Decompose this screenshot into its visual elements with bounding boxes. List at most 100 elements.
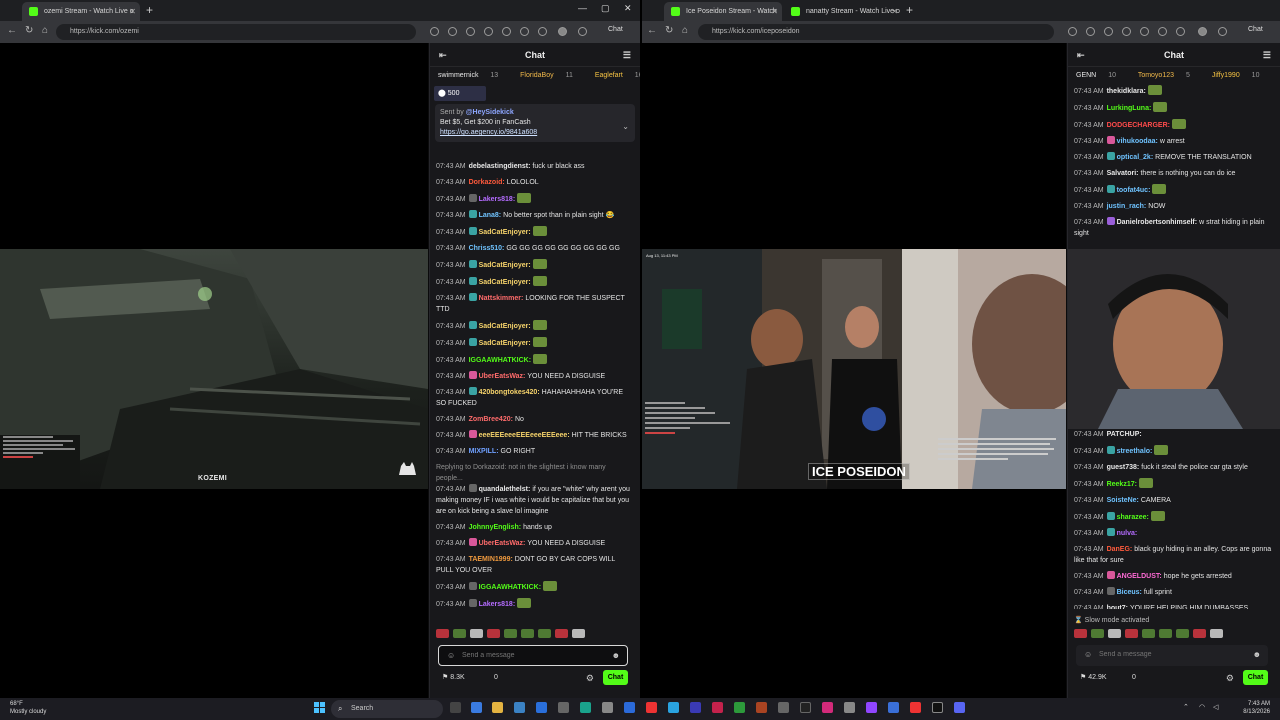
extension-icon[interactable]: [1122, 27, 1131, 36]
emoji-icon[interactable]: ☻: [612, 646, 620, 665]
chat-username[interactable]: 420bongtokes420:: [479, 389, 540, 396]
chat-message[interactable]: 07:43 AM Lakers818:: [436, 598, 634, 610]
xbox-icon[interactable]: [734, 702, 745, 713]
app-icon[interactable]: [844, 702, 855, 713]
extension-icon[interactable]: [484, 27, 493, 36]
close-window-icon[interactable]: ✕: [624, 3, 632, 14]
pinned-link[interactable]: https://go.aegency.io/9841a608: [440, 128, 630, 138]
app-icon[interactable]: [756, 702, 767, 713]
wifi-icon[interactable]: ◠: [1199, 703, 1205, 711]
chat-username[interactable]: SoisteNe:: [1107, 497, 1139, 504]
chat-message[interactable]: 07:43 AM Biceus: full sprint: [1074, 587, 1274, 598]
chat-username[interactable]: ANGELDUST:: [1117, 573, 1162, 580]
chat-message[interactable]: 07:43 AM SadCatEnjoyer:: [436, 226, 634, 238]
chat-username[interactable]: SadCatEnjoyer:: [479, 262, 531, 269]
gifter-item[interactable]: Eaglefart 16: [595, 72, 640, 79]
app-icon[interactable]: [910, 702, 921, 713]
chat-username[interactable]: Nattskimmer:: [479, 295, 524, 302]
back-icon[interactable]: ←: [7, 25, 17, 36]
chat-message[interactable]: 07:43 AM ZomBree420: No: [436, 414, 634, 425]
chat-username[interactable]: toofat4uc:: [1117, 187, 1151, 194]
home-icon[interactable]: ⌂: [42, 25, 48, 36]
refresh-icon[interactable]: ↻: [25, 25, 33, 36]
chat-username[interactable]: SadCatEnjoyer:: [479, 340, 531, 347]
url-field[interactable]: https://kick.com/ozemi: [56, 24, 416, 40]
extension-icon[interactable]: [1086, 27, 1095, 36]
extension-icon[interactable]: [430, 27, 439, 36]
gifter-item[interactable]: FloridaBoy 11: [520, 72, 583, 79]
gifter-item[interactable]: GENN 10: [1076, 72, 1126, 79]
chat-message[interactable]: 07:43 AM LurkingLuna:: [1074, 102, 1274, 114]
kicks-badge[interactable]: ⬤ 500: [434, 86, 486, 101]
chat-username[interactable]: eeeEEEeeeEEEeeeEEEeee:: [479, 432, 570, 439]
chat-message[interactable]: 07:43 AM toofat4uc:: [1074, 184, 1274, 196]
chat-username[interactable]: vihukoodaa:: [1117, 138, 1158, 145]
chat-message[interactable]: 07:43 AM sharazee:: [1074, 511, 1274, 523]
close-tab-icon[interactable]: ✕: [771, 2, 778, 21]
chat-username[interactable]: debelastingdienst:: [469, 163, 531, 170]
app-icon[interactable]: [778, 702, 789, 713]
chat-username[interactable]: thekidklara:: [1107, 88, 1146, 95]
chat-message[interactable]: 07:43 AM streethalo:: [1074, 445, 1274, 457]
chat-username[interactable]: Chriss510:: [469, 245, 505, 252]
app-icon[interactable]: [712, 702, 723, 713]
collapse-chat-icon[interactable]: ⇤: [1077, 43, 1085, 67]
refresh-icon[interactable]: ↻: [665, 25, 673, 36]
chat-message[interactable]: 07:43 AM Nattskimmer: LOOKING FOR THE SUSP…: [436, 293, 634, 315]
collapse-chat-icon[interactable]: ⇤: [439, 43, 447, 67]
emoji-icon[interactable]: ☻: [1253, 645, 1261, 664]
weather-widget[interactable]: 68°F Mostly cloudy: [10, 700, 46, 716]
extension-icon[interactable]: [466, 27, 475, 36]
url-field[interactable]: https://kick.com/iceposeidon: [698, 24, 1054, 40]
chat-user-icon[interactable]: ☰: [623, 43, 631, 67]
chat-message-field[interactable]: [462, 652, 602, 659]
pinned-message[interactable]: Sent by @HeySidekick Bet $5, Get $200 in…: [435, 104, 635, 142]
tray-chevron-icon[interactable]: ⌃: [1183, 703, 1189, 711]
chat-username[interactable]: bout7:: [1107, 605, 1128, 609]
chat-message-list[interactable]: 07:43 AM thekidklara: 07:43 AM LurkingLuna:…: [1068, 85, 1280, 245]
app-icon[interactable]: [602, 702, 613, 713]
chat-message[interactable]: 07:43 AM debelastingdienst: fuck ur black …: [436, 161, 634, 172]
chat-username[interactable]: Biceus:: [1117, 589, 1142, 596]
clock[interactable]: 7:43 AM 8/13/2026: [1243, 700, 1270, 716]
app-icon[interactable]: [580, 702, 591, 713]
extension-icon[interactable]: [1140, 27, 1149, 36]
chat-message[interactable]: 07:43 AM IGGAAWHATKICK:: [436, 581, 634, 593]
copilot-chat-button[interactable]: Chat: [608, 26, 623, 33]
chat-message[interactable]: 07:43 AM SadCatEnjoyer:: [436, 337, 634, 349]
app-icon[interactable]: [690, 702, 701, 713]
chat-username[interactable]: ZomBree420:: [469, 416, 513, 423]
chat-message[interactable]: 07:43 AM SoisteNe: CAMERA: [1074, 495, 1274, 506]
extension-icon[interactable]: [448, 27, 457, 36]
discord-icon[interactable]: [954, 702, 965, 713]
chat-message[interactable]: 07:43 AM JohnnyEnglish: hands up: [436, 522, 634, 533]
chat-username[interactable]: optical_2k:: [1117, 154, 1154, 161]
send-chat-button[interactable]: Chat: [603, 670, 628, 685]
chat-message[interactable]: Replying to Dorkazoid: not in the slight…: [436, 462, 634, 517]
extension-icon[interactable]: [1068, 27, 1077, 36]
chat-username[interactable]: LurkingLuna:: [1107, 105, 1152, 112]
app-icon[interactable]: [558, 702, 569, 713]
chat-message[interactable]: 07:43 AM SadCatEnjoyer:: [436, 259, 634, 271]
chat-username[interactable]: Danielrobertsonhimself:: [1117, 219, 1198, 226]
chat-user-icon[interactable]: ☰: [1263, 43, 1271, 67]
chat-username[interactable]: Lana8:: [479, 212, 502, 219]
minimize-icon[interactable]: —: [578, 3, 587, 13]
chat-message[interactable]: 07:43 AM nulva:: [1074, 528, 1274, 539]
chat-username[interactable]: IGGAAWHATKICK:: [479, 584, 541, 591]
volume-icon[interactable]: ◁: [1213, 703, 1218, 711]
tab-iceposeidon[interactable]: Ice Poseidon Stream - Watch ✕: [664, 2, 782, 21]
app-icon[interactable]: [932, 702, 943, 713]
tab-ozemi[interactable]: ozemi Stream - Watch Live o ✕: [22, 2, 140, 21]
file-explorer-icon[interactable]: [492, 702, 503, 713]
stream-video-ozemi[interactable]: KOZEMI: [0, 43, 428, 698]
menu-icon[interactable]: [578, 27, 587, 36]
maximize-icon[interactable]: ▢: [601, 3, 610, 14]
extension-icon[interactable]: [1104, 27, 1113, 36]
chat-message[interactable]: 07:43 AM TAEMIN1999: DONT GO BY CAR COPS W…: [436, 554, 634, 576]
chat-message[interactable]: 07:43 AM DanEG: black guy hiding in an all…: [1074, 544, 1274, 566]
chat-message[interactable]: 07:43 AM SadCatEnjoyer:: [436, 320, 634, 332]
chat-message[interactable]: 07:43 AM Lana8: No better spot than in pla…: [436, 210, 634, 221]
chat-message[interactable]: 07:43 AM Danielrobertsonhimself: w strat h…: [1074, 217, 1274, 239]
extension-icon[interactable]: [1176, 27, 1185, 36]
